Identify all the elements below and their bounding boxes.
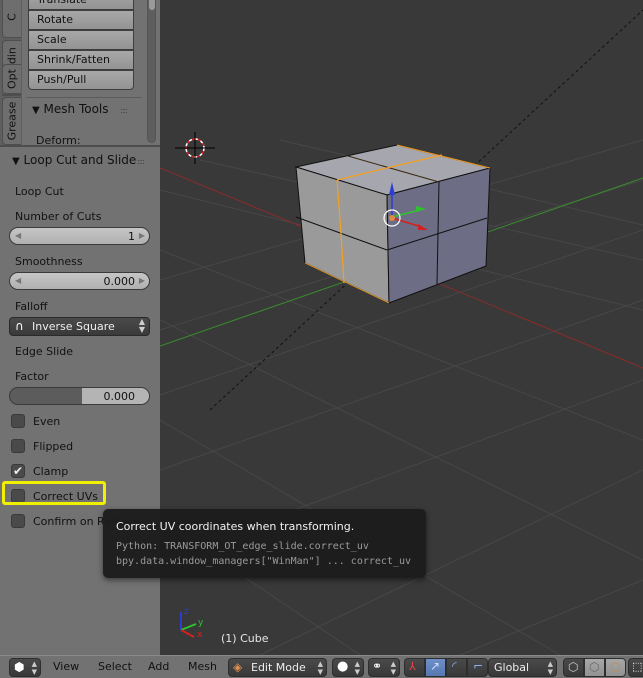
updown-arrows-icon: ▲ ▼	[547, 660, 553, 676]
scale-button[interactable]: Scale	[28, 30, 134, 50]
vertex-select-button[interactable]: ⬡	[563, 658, 584, 677]
tools-panel: Translate Rotate Scale Shrink/Fatten Pus…	[22, 0, 160, 147]
solid-sphere-icon: ●	[337, 659, 349, 674]
rotate-button[interactable]: Rotate	[28, 10, 134, 30]
scale-handle-icon: ⌐	[473, 659, 484, 673]
editor-type-button[interactable]: ⬢ ▲ ▼	[9, 658, 41, 677]
translate-manipulator-button[interactable]: ↗	[425, 658, 446, 677]
axis-z-label: z	[184, 607, 189, 617]
flipped-checkbox[interactable]	[11, 439, 25, 453]
decrement-arrow-icon[interactable]: ◀	[15, 231, 21, 240]
mesh-tools-header[interactable]: ▼ Mesh Tools	[32, 102, 109, 116]
updown-arrows-icon: ▲ ▼	[138, 317, 145, 334]
menu-select[interactable]: Select	[98, 660, 132, 673]
number-of-cuts-field[interactable]: ◀ 1 ▶	[9, 227, 150, 245]
number-of-cuts-label: Number of Cuts	[15, 210, 102, 223]
scroll-thumb[interactable]	[149, 0, 155, 10]
edge-select-button[interactable]: ⬡	[584, 658, 605, 677]
arc-icon: ◜	[452, 659, 457, 673]
confirm-on-release-checkbox[interactable]	[11, 514, 25, 528]
divider	[26, 97, 142, 98]
collapse-triangle-icon: ▼	[12, 156, 20, 167]
tools-scrollbar[interactable]	[147, 0, 156, 143]
manipulator-axes-icon: ⅄	[409, 660, 416, 673]
loop-cut-label: Loop Cut	[15, 185, 64, 198]
pivot-icon: ⚭	[372, 659, 383, 673]
orientation-dropdown[interactable]: Global ▲ ▼	[488, 658, 557, 677]
push-pull-button[interactable]: Push/Pull	[28, 70, 134, 90]
factor-label: Factor	[15, 370, 49, 383]
viewport-header: ⬢ ▲ ▼ View Select Add Mesh ◈ Edit Mode ▲ ▼…	[0, 655, 643, 678]
updown-arrows-icon: ▲ ▼	[317, 660, 323, 676]
increment-arrow-icon[interactable]: ▶	[139, 231, 145, 240]
even-label: Even	[33, 415, 61, 428]
factor-slider[interactable]: 0.000	[9, 387, 150, 405]
edge-select-icon: ⬡	[589, 660, 600, 674]
axis-gizmo-icon: z y x	[180, 607, 204, 640]
arrow-icon: ↗	[430, 659, 441, 673]
falloff-curve-icon: ∩	[15, 319, 24, 333]
clamp-label: Clamp	[33, 465, 69, 478]
updown-arrows-icon: ▲ ▼	[31, 660, 37, 676]
occlude-geometry-icon: ⬚	[632, 660, 643, 673]
cube-icon: ⬢	[14, 660, 25, 674]
drag-grip-icon[interactable]: ::::	[120, 106, 128, 115]
correct-uvs-highlight	[2, 481, 106, 505]
operator-header[interactable]: ▼ Loop Cut and Slide	[12, 153, 136, 167]
operator-panel: ▼ Loop Cut and Slide :::: Loop Cut Numbe…	[0, 145, 160, 655]
face-select-button[interactable]: ⬡	[605, 658, 626, 677]
decrement-arrow-icon[interactable]: ◀	[15, 276, 21, 285]
pivot-point-dropdown[interactable]: ⚭ ▲ ▼	[368, 658, 400, 677]
even-checkbox[interactable]	[11, 414, 25, 428]
axis-x-label: x	[197, 630, 203, 640]
edit-mode-icon: ◈	[233, 660, 243, 674]
tab-grease-pencil[interactable]: Grease	[2, 97, 21, 145]
rotate-manipulator-button[interactable]: ◜	[446, 658, 467, 677]
scale-manipulator-button[interactable]: ⌐	[467, 658, 488, 677]
viewport-shading-dropdown[interactable]: ● ▲ ▼	[332, 658, 364, 677]
updown-arrows-icon: ▲ ▼	[390, 660, 396, 676]
manipulator-toggle-button[interactable]: ⅄	[404, 658, 425, 677]
falloff-dropdown[interactable]: ∩ Inverse Square ▲ ▼	[9, 317, 150, 336]
smoothness-field[interactable]: ◀ 0.000 ▶	[9, 272, 150, 290]
tooltip-python: Python: TRANSFORM_OT_edge_slide.correct_…	[116, 541, 369, 552]
menu-view[interactable]: View	[53, 660, 79, 673]
checkmark-icon: ✔	[12, 464, 24, 478]
clamp-checkbox[interactable]: ✔	[11, 464, 25, 478]
edge-slide-label: Edge Slide	[15, 345, 74, 358]
smoothness-label: Smoothness	[15, 255, 83, 268]
tooltip: Correct UV coordinates when transforming…	[103, 509, 426, 578]
increment-arrow-icon[interactable]: ▶	[139, 276, 145, 285]
axis-y-label: y	[198, 618, 204, 628]
tooltip-description: Correct UV coordinates when transforming…	[116, 520, 355, 533]
face-select-icon: ⬡	[610, 660, 621, 674]
drag-grip-icon[interactable]: ::::	[137, 157, 145, 166]
menu-mesh[interactable]: Mesh	[188, 660, 217, 673]
updown-arrows-icon: ▲ ▼	[354, 660, 360, 676]
3d-cursor-icon[interactable]	[175, 132, 215, 164]
falloff-label: Falloff	[15, 300, 48, 313]
shrink-fatten-button[interactable]: Shrink/Fatten	[28, 50, 134, 70]
tab-create[interactable]: C	[2, 0, 21, 38]
object-name-label: (1) Cube	[221, 632, 269, 645]
tab-options[interactable]: Opt	[2, 64, 21, 94]
limit-selection-button[interactable]: ⬚	[628, 658, 643, 677]
cube-mesh[interactable]	[294, 144, 491, 304]
collapse-triangle-icon: ▼	[32, 105, 40, 116]
menu-add[interactable]: Add	[148, 660, 169, 673]
vertex-select-icon: ⬡	[568, 660, 579, 674]
tooltip-data-path: bpy.data.window_managers["WinMan"] ... c…	[116, 556, 412, 567]
translate-button[interactable]: Translate	[28, 0, 134, 10]
shelf-tabs: C Shadin Opt Grease	[0, 0, 22, 145]
flipped-label: Flipped	[33, 440, 74, 453]
mode-dropdown[interactable]: ◈ Edit Mode ▲ ▼	[228, 658, 327, 677]
